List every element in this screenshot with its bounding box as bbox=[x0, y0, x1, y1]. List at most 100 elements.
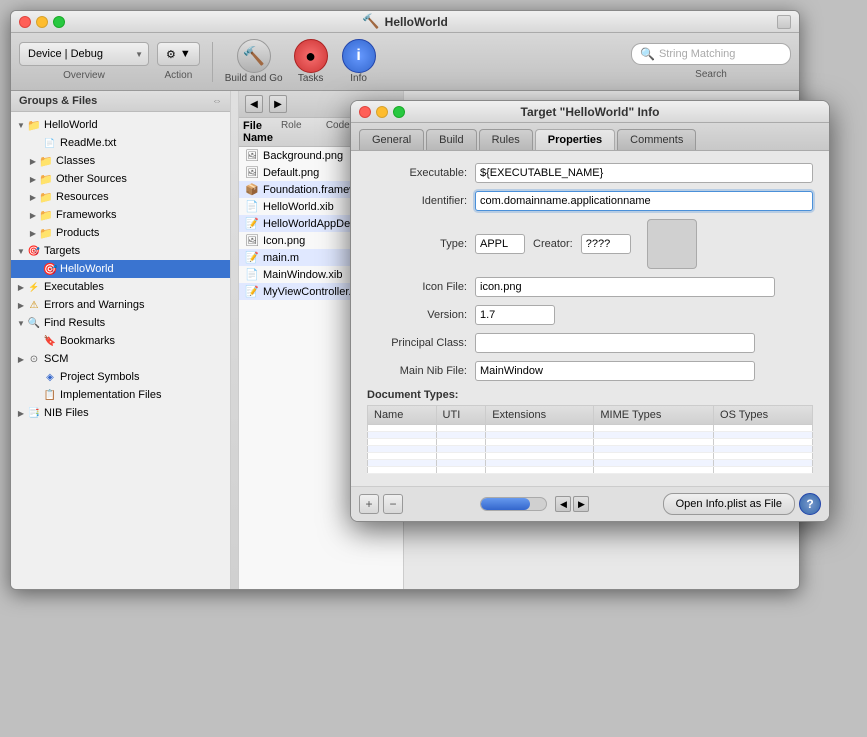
icon-file-label: Icon File: bbox=[367, 281, 467, 293]
tab-rules[interactable]: Rules bbox=[479, 129, 533, 150]
version-input[interactable] bbox=[475, 305, 555, 325]
file-name-appdele: HelloWorldAppDele bbox=[263, 218, 359, 230]
info-button[interactable]: i Info bbox=[339, 39, 379, 84]
file-type-icon: 📝 bbox=[245, 285, 259, 298]
label-scm: SCM bbox=[44, 353, 68, 365]
triangle-products bbox=[27, 227, 39, 239]
panel-resize-handle[interactable] bbox=[231, 91, 239, 589]
label-find-results: Find Results bbox=[44, 317, 105, 329]
sidebar-item-products[interactable]: 📁 Products bbox=[11, 224, 230, 242]
dialog-content: Executable: Identifier: Type: Creator: I… bbox=[351, 151, 829, 486]
panel-nav-right[interactable]: ▶ bbox=[269, 95, 287, 113]
label-helloworld: HelloWorld bbox=[44, 119, 98, 131]
minimize-button[interactable] bbox=[36, 16, 48, 28]
nav-prev-button[interactable]: ◀ bbox=[555, 496, 571, 512]
sidebar-item-targets[interactable]: 🎯 Targets bbox=[11, 242, 230, 260]
dialog-close-button[interactable] bbox=[359, 106, 371, 118]
nav-next-button[interactable]: ▶ bbox=[573, 496, 589, 512]
main-nib-label: Main Nib File: bbox=[367, 365, 467, 377]
tasks-label: Tasks bbox=[298, 73, 324, 84]
sidebar-item-project-symbols[interactable]: ◈ Project Symbols bbox=[11, 368, 230, 386]
file-name-background: Background.png bbox=[263, 150, 343, 162]
add-doc-type-button[interactable]: + bbox=[359, 494, 379, 514]
build-and-go-button[interactable]: 🔨 Build and Go bbox=[225, 39, 283, 84]
sidebar-item-other-sources[interactable]: 📁 Other Sources bbox=[11, 170, 230, 188]
folder-icon-other-sources: 📁 bbox=[39, 172, 53, 186]
info-dialog: Target "HelloWorld" Info General Build R… bbox=[350, 100, 830, 522]
sidebar-item-readme[interactable]: 📄 ReadMe.txt bbox=[11, 134, 230, 152]
search-box[interactable]: 🔍 String Matching bbox=[631, 43, 791, 65]
file-name-default: Default.png bbox=[263, 167, 319, 179]
identifier-input[interactable] bbox=[475, 191, 813, 211]
tab-properties[interactable]: Properties bbox=[535, 129, 615, 150]
triangle-resources bbox=[27, 191, 39, 203]
remove-doc-type-button[interactable]: − bbox=[383, 494, 403, 514]
warning-icon: ⚠ bbox=[27, 298, 41, 312]
find-icon: 🔍 bbox=[27, 316, 41, 330]
sidebar-item-impl-files[interactable]: 📋 Implementation Files bbox=[11, 386, 230, 404]
open-plist-button[interactable]: Open Info.plist as File bbox=[663, 493, 795, 515]
scheme-select[interactable]: Device | Debug bbox=[19, 42, 149, 66]
dialog-max-button[interactable] bbox=[393, 106, 405, 118]
col-extensions: Extensions bbox=[486, 406, 594, 425]
sidebar-item-resources[interactable]: 📁 Resources bbox=[11, 188, 230, 206]
main-titlebar: 🔨 HelloWorld bbox=[11, 11, 799, 33]
target-group-icon: 🎯 bbox=[27, 244, 41, 258]
label-project-symbols: Project Symbols bbox=[60, 371, 139, 383]
sidebar-item-helloworld-target[interactable]: 🎯 HelloWorld bbox=[11, 260, 230, 278]
type-label: Type: bbox=[367, 238, 467, 250]
sidebar-item-errors-warnings[interactable]: ⚠ Errors and Warnings bbox=[11, 296, 230, 314]
sidebar-item-bookmarks[interactable]: 🔖 Bookmarks bbox=[11, 332, 230, 350]
sidebar-item-frameworks[interactable]: 📁 Frameworks bbox=[11, 206, 230, 224]
scheme-selector[interactable]: Device | Debug ▼ bbox=[19, 42, 149, 66]
dialog-min-button[interactable] bbox=[376, 106, 388, 118]
close-button[interactable] bbox=[19, 16, 31, 28]
progress-bar-fill bbox=[481, 498, 530, 510]
triangle-targets bbox=[15, 245, 27, 257]
sidebar-resize-icon[interactable]: ⇔ bbox=[212, 96, 222, 107]
sidebar-item-find-results[interactable]: 🔍 Find Results bbox=[11, 314, 230, 332]
doc-types-body bbox=[368, 425, 813, 474]
action-button[interactable]: ⚙ ▼ bbox=[157, 42, 200, 66]
sidebar: Groups & Files ⇔ 📁 HelloWorld 📄 ReadMe.t… bbox=[11, 91, 231, 589]
toolbar-separator-1 bbox=[212, 42, 213, 82]
dialog-nav-arrows: ◀ ▶ bbox=[555, 496, 589, 512]
main-nib-input[interactable] bbox=[475, 361, 755, 381]
help-button[interactable]: ? bbox=[799, 493, 821, 515]
icon-file-input[interactable] bbox=[475, 277, 775, 297]
file-type-icon: 🖼 bbox=[245, 166, 259, 179]
tab-comments[interactable]: Comments bbox=[617, 129, 696, 150]
file-type-icon: 📄 bbox=[245, 200, 259, 213]
sidebar-item-classes[interactable]: 📁 Classes bbox=[11, 152, 230, 170]
creator-input[interactable] bbox=[581, 234, 631, 254]
panel-nav-left[interactable]: ◀ bbox=[245, 95, 263, 113]
file-type-icon: 📝 bbox=[245, 251, 259, 264]
build-icon: 🔨 bbox=[237, 39, 271, 73]
type-input[interactable] bbox=[475, 234, 525, 254]
doc-type-row-7 bbox=[368, 467, 813, 474]
creator-label: Creator: bbox=[533, 238, 573, 250]
tab-build[interactable]: Build bbox=[426, 129, 476, 150]
info-icon: i bbox=[342, 39, 376, 73]
sidebar-item-nib-files[interactable]: 📑 NIB Files bbox=[11, 404, 230, 422]
file-name-foundation: Foundation.framew bbox=[263, 184, 357, 196]
col-mime-types: MIME Types bbox=[594, 406, 714, 425]
label-other-sources: Other Sources bbox=[56, 173, 127, 185]
tab-general[interactable]: General bbox=[359, 129, 424, 150]
principal-class-input[interactable] bbox=[475, 333, 755, 353]
maximize-button[interactable] bbox=[53, 16, 65, 28]
tasks-button[interactable]: ● Tasks bbox=[291, 39, 331, 84]
dialog-traffic-lights bbox=[359, 106, 405, 118]
executable-input[interactable] bbox=[475, 163, 813, 183]
folder-icon-helloworld: 📁 bbox=[27, 118, 41, 132]
executable-row: Executable: bbox=[367, 163, 813, 183]
label-classes: Classes bbox=[56, 155, 95, 167]
window-resize-button[interactable] bbox=[777, 15, 791, 29]
file-type-icon: 📦 bbox=[245, 183, 259, 196]
doc-type-row-3 bbox=[368, 439, 813, 446]
triangle-scm bbox=[15, 353, 27, 365]
sidebar-item-helloworld-root[interactable]: 📁 HelloWorld bbox=[11, 116, 230, 134]
action-icon: ⚙ bbox=[166, 48, 176, 61]
sidebar-item-executables[interactable]: ⚡ Executables bbox=[11, 278, 230, 296]
sidebar-item-scm[interactable]: ⊙ SCM bbox=[11, 350, 230, 368]
